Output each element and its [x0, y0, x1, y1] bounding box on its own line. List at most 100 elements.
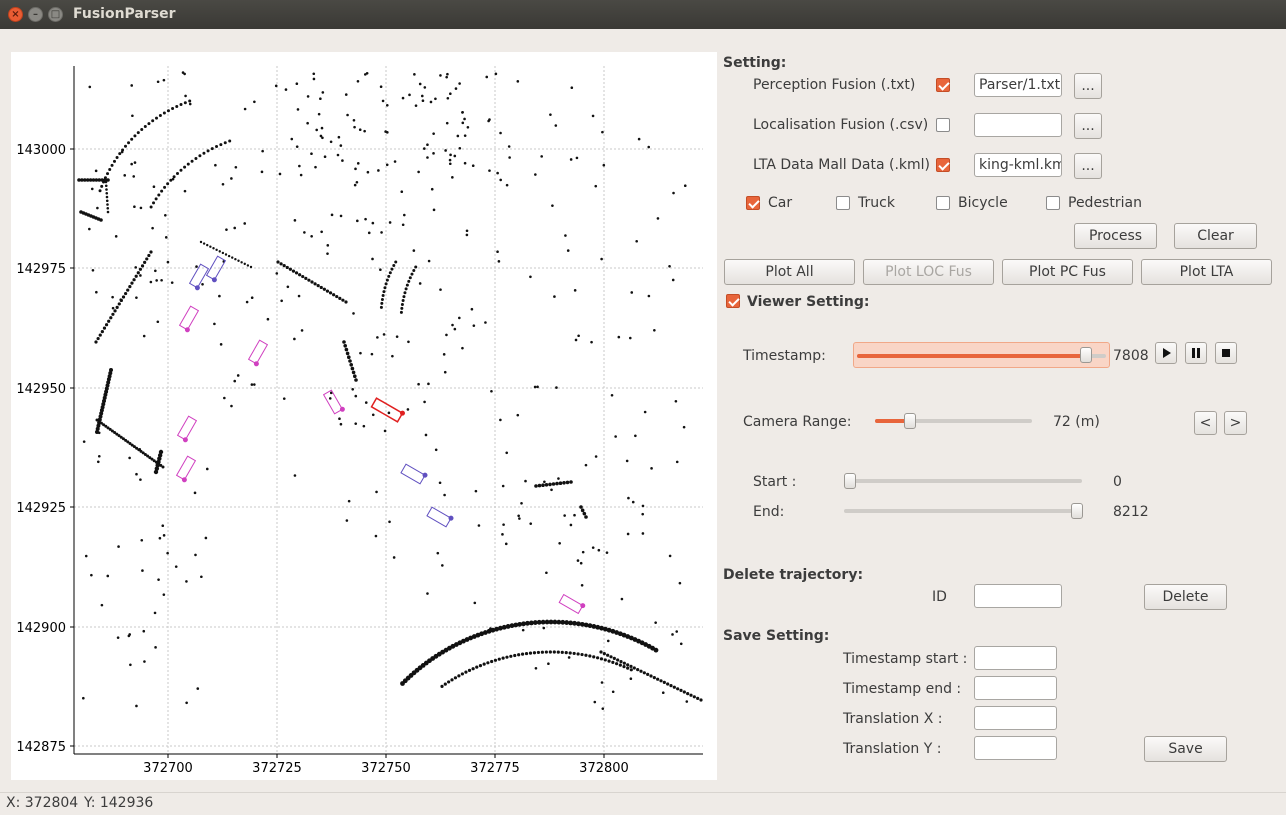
delete-button[interactable]: Delete	[1144, 584, 1227, 610]
timestamp-end-field[interactable]	[974, 676, 1057, 700]
trajectory-point	[540, 155, 543, 158]
plot-pc-fus-button[interactable]: Plot PC Fus	[1002, 259, 1133, 285]
start-slider[interactable]	[844, 472, 1082, 490]
trajectory-point	[133, 205, 136, 209]
minimize-window-button[interactable]: –	[28, 7, 43, 22]
trajectory-point	[130, 137, 134, 141]
end-slider[interactable]	[844, 502, 1084, 520]
timestamp-slider-handle[interactable]	[1080, 347, 1093, 363]
trajectory-point	[294, 271, 299, 275]
trajectory-id-field[interactable]	[974, 584, 1062, 608]
trajectory-point	[592, 655, 596, 659]
trajectory-point	[286, 285, 290, 289]
trajectory-point	[449, 153, 452, 157]
trajectory-point	[124, 291, 128, 296]
lta-data-path-field[interactable]: king-kml.kml	[974, 153, 1062, 177]
lta-browse-button[interactable]: ...	[1074, 153, 1102, 179]
trajectory-point	[641, 532, 645, 535]
trajectory-point	[417, 382, 420, 386]
stop-button[interactable]	[1215, 342, 1237, 364]
trajectory-point	[152, 201, 156, 205]
process-button[interactable]: Process	[1074, 223, 1157, 249]
camera-prev-button[interactable]: <	[1194, 411, 1217, 435]
trajectory-point	[295, 145, 299, 148]
trajectory-point	[532, 651, 537, 655]
trajectory-point	[114, 235, 118, 238]
trajectory-point	[543, 480, 546, 484]
maximize-window-button[interactable]: □	[48, 7, 63, 22]
localisation-fusion-checkbox[interactable]	[936, 118, 950, 132]
trajectory-point	[303, 231, 306, 234]
trajectory-point	[602, 652, 606, 656]
trajectory-point	[584, 463, 588, 467]
trajectory-plot[interactable]: 372700 372725 372750 372775 372800 143000 142…	[11, 52, 717, 780]
trajectory-point	[599, 657, 604, 661]
trajectory-point	[388, 520, 391, 524]
trajectory-point	[143, 124, 147, 128]
stop-icon	[1222, 349, 1230, 357]
trajectory-point	[105, 199, 109, 203]
tracked-vehicle-box-outline	[400, 463, 426, 485]
play-button[interactable]	[1155, 342, 1177, 364]
trajectory-point	[445, 75, 448, 79]
trajectory-point	[206, 149, 210, 153]
trajectory-point	[108, 167, 112, 171]
camera-next-button[interactable]: >	[1224, 411, 1247, 435]
tracked-vehicle-box-marker	[253, 361, 259, 367]
trajectory-point	[517, 653, 521, 657]
timestamp-start-field[interactable]	[974, 646, 1057, 670]
trajectory-point	[630, 291, 634, 294]
trajectory-point	[221, 182, 225, 186]
truck-checkbox[interactable]	[836, 196, 850, 210]
localisation-fusion-path-field[interactable]	[974, 113, 1062, 137]
viewer-setting-checkbox[interactable]	[726, 294, 740, 308]
clear-button[interactable]: Clear	[1174, 223, 1257, 249]
trajectory-point	[184, 94, 187, 98]
trajectory-point	[513, 653, 517, 658]
perception-fusion-checkbox[interactable]	[936, 78, 950, 92]
close-window-button[interactable]: ×	[8, 7, 23, 22]
trajectory-point	[307, 278, 311, 282]
plot-lta-button[interactable]: Plot LTA	[1141, 259, 1272, 285]
trajectory-point	[312, 72, 316, 76]
trajectory-point	[156, 320, 160, 324]
plot-canvas[interactable]: 372700 372725 372750 372775 372800 143000 142…	[11, 52, 717, 780]
bicycle-checkbox[interactable]	[936, 196, 950, 210]
plot-loc-fus-button[interactable]: Plot LOC Fus	[863, 259, 994, 285]
trajectory-point	[88, 227, 91, 231]
end-slider-track	[844, 509, 1082, 513]
trajectory-point	[343, 344, 348, 348]
trajectory-point	[436, 551, 440, 555]
car-checkbox[interactable]	[746, 196, 760, 210]
timestamp-slider-fill	[857, 354, 1087, 358]
camera-range-handle[interactable]	[903, 413, 916, 429]
pedestrian-checkbox[interactable]	[1046, 196, 1060, 210]
trajectory-point	[564, 234, 567, 237]
trajectory-point	[298, 164, 301, 168]
trajectory-point	[424, 433, 428, 437]
perception-fusion-path-field[interactable]: Parser/1.txt	[974, 73, 1062, 97]
plot-all-button[interactable]: Plot All	[724, 259, 855, 285]
localisation-browse-button[interactable]: ...	[1074, 113, 1102, 139]
timestamp-slider[interactable]	[853, 342, 1110, 368]
trajectory-point	[458, 316, 461, 320]
trajectory-point	[346, 113, 349, 117]
end-slider-handle[interactable]	[1071, 503, 1084, 519]
trajectory-point	[370, 352, 374, 356]
perception-browse-button[interactable]: ...	[1074, 73, 1102, 99]
trajectory-point	[98, 333, 102, 337]
trajectory-point	[557, 477, 560, 480]
trajectory-point	[139, 206, 143, 210]
translation-y-field[interactable]	[974, 736, 1057, 760]
camera-range-slider[interactable]	[875, 412, 1032, 430]
start-slider-handle[interactable]	[844, 473, 856, 489]
trajectory-point	[565, 480, 570, 485]
save-button[interactable]: Save	[1144, 736, 1227, 762]
lta-data-checkbox[interactable]	[936, 158, 950, 172]
trajectory-point	[355, 180, 359, 184]
trajectory-point	[223, 141, 227, 145]
pause-button[interactable]	[1185, 342, 1207, 364]
y-tick-label: 142875	[16, 740, 66, 755]
trajectory-point	[674, 399, 678, 403]
translation-x-field[interactable]	[974, 706, 1057, 730]
